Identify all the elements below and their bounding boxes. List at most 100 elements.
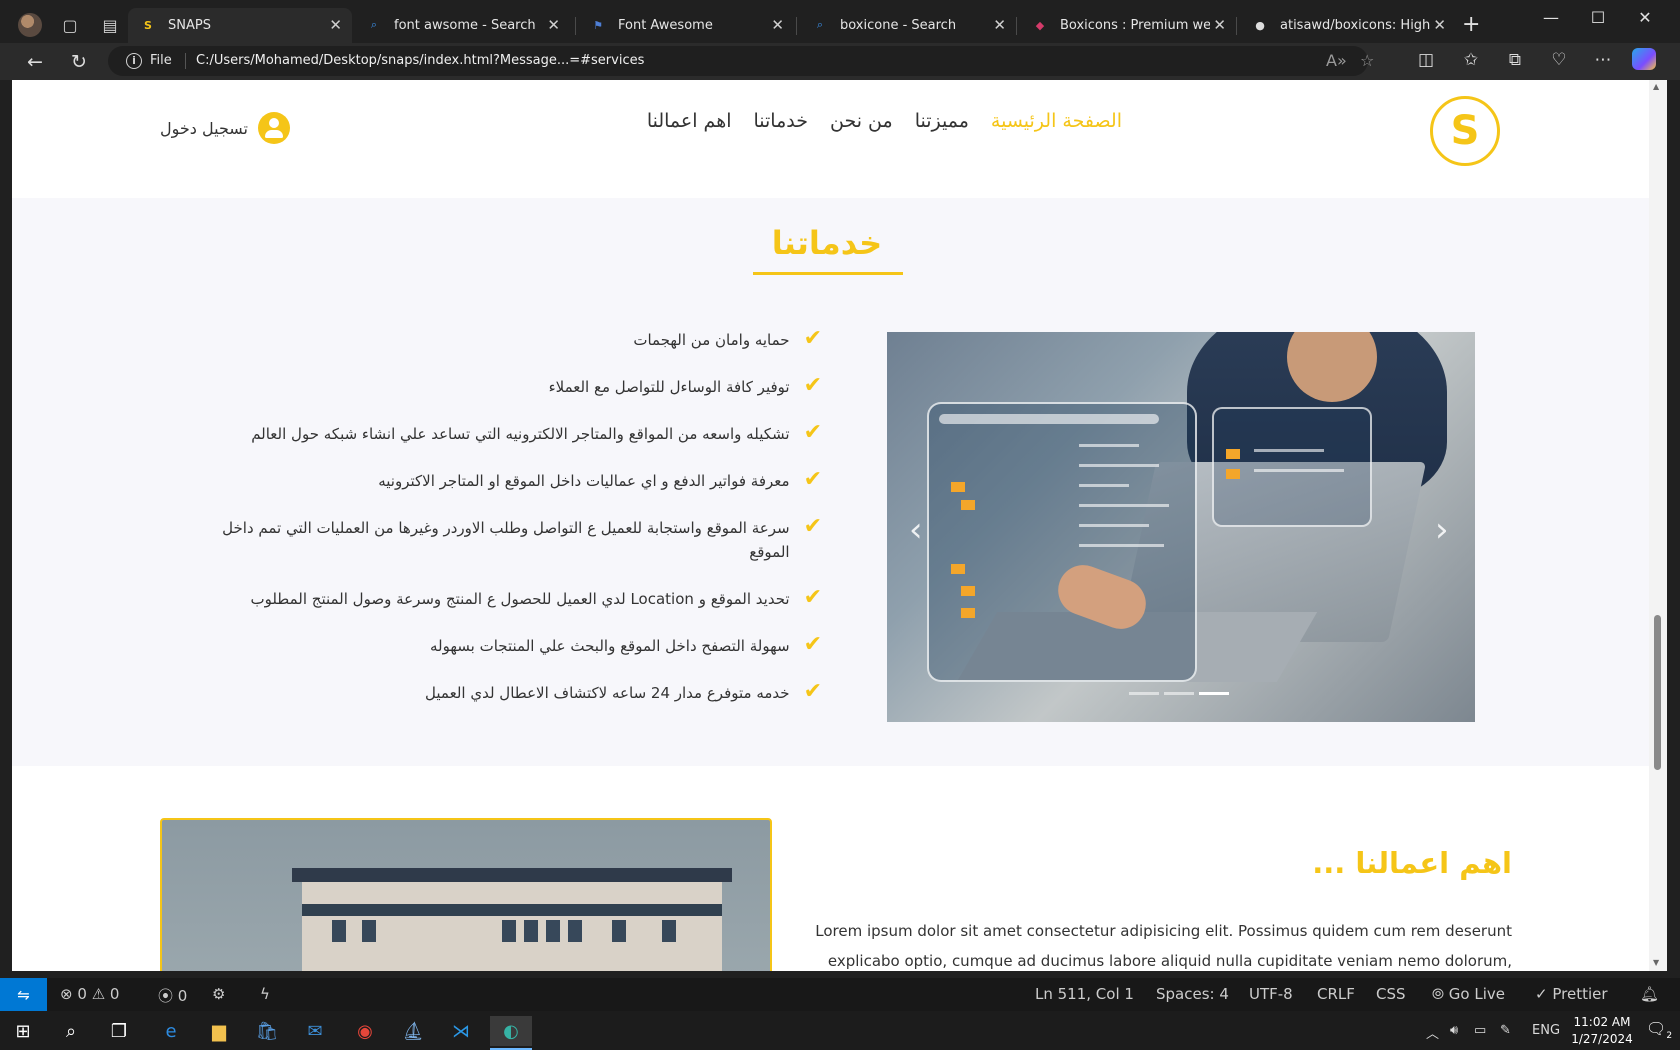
language-mode[interactable]: CSS: [1376, 985, 1406, 1003]
scroll-down-icon[interactable]: ▼: [1653, 958, 1659, 967]
windows-taskbar: ⊞ ⌕ ❐ e ▆ 🛍︎ ✉ ◉ ⛵︎ ⋊ ◐ ︿ 🔊︎ ▭ ✎ ENG 11:…: [0, 1011, 1680, 1050]
page-scrollbar[interactable]: ▲ ▼: [1649, 80, 1667, 971]
indentation-status[interactable]: Spaces: 4: [1156, 985, 1229, 1003]
list-item: ✔ تشكيله واسعه من المواقع والمتاجر الالكت…: [182, 422, 822, 446]
nav-works[interactable]: اهم اعمالنا: [647, 110, 732, 132]
chrome-icon[interactable]: ◉: [344, 1016, 386, 1046]
browser-essentials-icon[interactable]: ♡: [1546, 50, 1572, 70]
logo-mark: S: [1450, 108, 1480, 154]
workspaces-icon[interactable]: ▢: [58, 13, 82, 37]
notifications-bell-icon[interactable]: 🔔︎: [1640, 985, 1659, 1003]
address-bar[interactable]: i File C:/Users/Mohamed/Desktop/snaps/in…: [108, 46, 1374, 76]
edge-legacy-icon[interactable]: e: [150, 1016, 192, 1046]
app-icon[interactable]: ⛵︎: [392, 1016, 434, 1046]
carousel-image-hologram-2: [1212, 407, 1372, 527]
read-aloud-icon[interactable]: A»: [1326, 51, 1347, 70]
list-item: ✔ سهولة التصفح داخل الموقع والبحث علي الم…: [182, 634, 822, 658]
eol-status[interactable]: CRLF: [1317, 985, 1355, 1003]
go-live-button[interactable]: ⦾ Go Live: [1432, 985, 1505, 1003]
task-view-icon[interactable]: ❐: [98, 1016, 140, 1046]
tab-boxicons[interactable]: ◆ Boxicons : Premium web frier ✕: [1020, 8, 1236, 42]
vscode-icon[interactable]: ⋊: [440, 1016, 482, 1046]
flag-icon: ⚑: [593, 18, 603, 32]
site-header: S الصفحة الرئيسية مميزتنا من نحن خدماتنا…: [12, 80, 1649, 198]
list-item: ✔ سرعة الموقع واستجابة للعميل ع التواصل و…: [182, 516, 822, 564]
clock[interactable]: 11:02 AM 1/27/2024: [1567, 1014, 1637, 1048]
close-window-icon[interactable]: ✕: [1630, 8, 1660, 27]
check-icon: ✔: [803, 679, 822, 704]
ports-status[interactable]: ⦿ 0: [158, 985, 187, 1006]
vertical-tabs-icon[interactable]: ▤: [98, 13, 122, 37]
nav-home[interactable]: الصفحة الرئيسية: [991, 110, 1122, 132]
nav-services[interactable]: خدماتنا: [754, 110, 809, 132]
page-viewport: S الصفحة الرئيسية مميزتنا من نحن خدماتنا…: [12, 80, 1649, 971]
boxicons-icon: ◆: [1035, 18, 1045, 32]
nav-about[interactable]: من نحن: [830, 110, 893, 132]
refresh-icon[interactable]: ↻: [66, 49, 92, 75]
problems-status[interactable]: ⊗ 0 ⚠ 0: [60, 985, 119, 1003]
carousel-prev-icon[interactable]: ‹: [909, 510, 923, 550]
edge-icon[interactable]: ◐: [490, 1016, 532, 1050]
network-icon[interactable]: ▭: [1474, 1023, 1486, 1038]
clock-time: 11:02 AM: [1573, 1015, 1631, 1029]
info-icon[interactable]: i: [126, 53, 142, 69]
input-language[interactable]: ENG: [1532, 1023, 1560, 1038]
favorite-star-icon[interactable]: ☆: [1360, 51, 1374, 70]
tab-font-awesome-search[interactable]: ⌕ font awsome - Search ✕: [354, 8, 570, 42]
cursor-position[interactable]: Ln 511, Col 1: [1035, 985, 1134, 1003]
close-tab-icon[interactable]: ✕: [1213, 16, 1226, 34]
close-tab-icon[interactable]: ✕: [771, 16, 784, 34]
file-explorer-icon[interactable]: ▆: [198, 1016, 240, 1046]
split-screen-icon[interactable]: ◫: [1413, 50, 1439, 70]
notification-center-icon[interactable]: 🗨︎2: [1646, 1019, 1672, 1041]
profile-avatar[interactable]: [18, 13, 42, 37]
close-tab-icon[interactable]: ✕: [1433, 16, 1446, 34]
list-item: ✔ حمايه وامان من الهجمات: [182, 328, 822, 352]
copilot-icon[interactable]: [1632, 48, 1656, 70]
github-icon: ●: [1255, 18, 1265, 32]
carousel-next-icon[interactable]: ›: [1435, 510, 1449, 550]
list-item-text: تحديد الموقع و Location لدي العميل للحصو…: [250, 590, 790, 608]
favorites-icon[interactable]: ✩: [1458, 50, 1484, 70]
volume-icon[interactable]: 🔊︎: [1450, 1023, 1458, 1038]
lightning-icon[interactable]: ϟ: [260, 985, 270, 1003]
scroll-up-icon[interactable]: ▲: [1653, 82, 1659, 91]
debug-icon[interactable]: ⚙: [212, 985, 225, 1003]
new-tab-button[interactable]: +: [1462, 12, 1480, 37]
start-windows-icon[interactable]: ⊞: [2, 1016, 44, 1046]
prettier-button[interactable]: ✓ Prettier: [1535, 985, 1608, 1003]
search-icon: ⌕: [370, 18, 378, 31]
carousel-indicator[interactable]: [1129, 692, 1159, 695]
encoding-status[interactable]: UTF-8: [1249, 985, 1293, 1003]
tray-chevron-icon[interactable]: ︿: [1426, 1023, 1439, 1042]
collections-icon[interactable]: ⧉: [1502, 50, 1528, 70]
snaps-logo-icon: S: [144, 18, 152, 32]
close-tab-icon[interactable]: ✕: [547, 16, 560, 34]
main-nav: الصفحة الرئيسية مميزتنا من نحن خدماتنا ا…: [642, 110, 1122, 132]
tab-github-boxicons[interactable]: ● atisawd/boxicons: High Qual ✕: [1240, 8, 1456, 42]
carousel-indicator-active[interactable]: [1199, 692, 1229, 695]
tab-font-awesome[interactable]: ⚑ Font Awesome ✕: [578, 8, 794, 42]
store-icon[interactable]: 🛍︎: [246, 1016, 288, 1046]
login-label: تسجيل دخول: [160, 118, 248, 138]
maximize-icon[interactable]: ☐: [1583, 8, 1613, 27]
scroll-thumb[interactable]: [1654, 615, 1661, 770]
url-text[interactable]: C:/Users/Mohamed/Desktop/snaps/index.htm…: [196, 53, 644, 68]
nav-features[interactable]: مميزتنا: [915, 110, 969, 132]
user-icon: [258, 112, 290, 144]
check-icon: ✔: [803, 373, 822, 398]
remote-indicator-icon[interactable]: ⇋: [0, 978, 47, 1011]
minimize-icon[interactable]: —: [1536, 8, 1566, 27]
back-arrow-icon[interactable]: ←: [22, 49, 48, 75]
login-button[interactable]: تسجيل دخول: [160, 112, 290, 144]
pen-icon[interactable]: ✎: [1500, 1023, 1511, 1038]
more-options-icon[interactable]: ⋯: [1590, 50, 1616, 70]
services-carousel[interactable]: ‹ ›: [887, 332, 1475, 722]
search-icon[interactable]: ⌕: [50, 1016, 92, 1046]
site-logo[interactable]: S: [1430, 96, 1500, 166]
carousel-indicator[interactable]: [1164, 692, 1194, 695]
mail-icon[interactable]: ✉: [294, 1016, 336, 1046]
close-tab-icon[interactable]: ✕: [993, 16, 1006, 34]
close-tab-icon[interactable]: ✕: [329, 16, 342, 34]
tab-boxicone-search[interactable]: ⌕ boxicone - Search ✕: [800, 8, 1016, 42]
